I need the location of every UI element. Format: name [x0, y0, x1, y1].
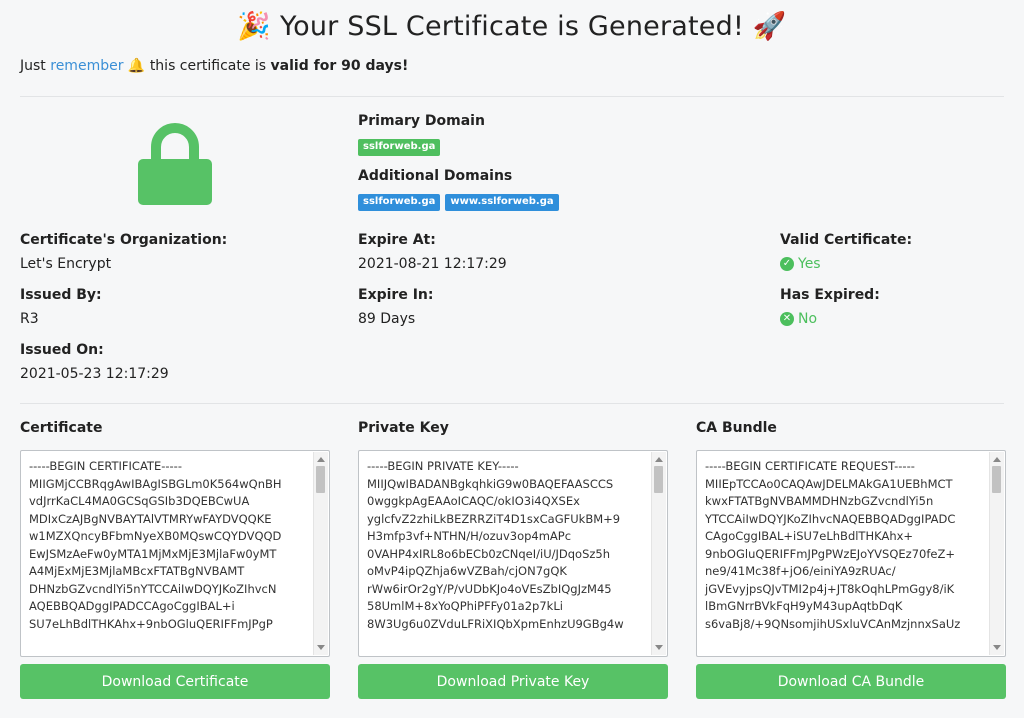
notice-middle: this certificate is — [149, 58, 267, 74]
page-title: 🎉 Your SSL Certificate is Generated! 🚀 — [237, 11, 787, 42]
expired-value: No — [798, 311, 818, 327]
expired-label: Has Expired: — [780, 287, 880, 303]
additional-domain-badge: sslforweb.ga — [358, 194, 441, 211]
valid-value: Yes — [798, 256, 821, 272]
scrollbar[interactable] — [651, 452, 666, 655]
lock-icon — [138, 123, 212, 205]
org-label: Certificate's Organization: — [20, 232, 228, 248]
scrollbar[interactable] — [313, 452, 328, 655]
org-value: Let's Encrypt — [20, 256, 112, 272]
ca-bundle-textarea[interactable]: -----BEGIN CERTIFICATE REQUEST----- MIIE… — [696, 450, 1006, 657]
remember-link[interactable]: remember — [50, 58, 123, 74]
certificate-label: Certificate — [20, 420, 103, 436]
additional-domain-badges: sslforweb.ga www.sslforweb.ga — [358, 194, 559, 211]
expire-in-label: Expire In: — [358, 287, 434, 303]
primary-domain-badge: sslforweb.ga — [358, 139, 441, 156]
certificate-text[interactable]: -----BEGIN CERTIFICATE----- MIIGMjCCBRqg… — [21, 451, 329, 633]
valid-label: Valid Certificate: — [780, 232, 913, 248]
expire-in-value: 89 Days — [358, 311, 416, 327]
download-ca-bundle-button[interactable]: Download CA Bundle — [696, 664, 1006, 699]
expire-at-value: 2021-08-21 12:17:29 — [358, 256, 507, 272]
private-key-text[interactable]: -----BEGIN PRIVATE KEY----- MIIJQwIBADAN… — [359, 451, 667, 633]
additional-domains-label: Additional Domains — [358, 168, 513, 184]
private-key-textarea[interactable]: -----BEGIN PRIVATE KEY----- MIIJQwIBADAN… — [358, 450, 668, 657]
scrollbar[interactable] — [989, 452, 1004, 655]
download-certificate-button[interactable]: Download Certificate — [20, 664, 330, 699]
validity-notice: Just remember 🔔 this certificate is vali… — [20, 58, 408, 74]
private-key-label: Private Key — [358, 420, 449, 436]
primary-domain-badges: sslforweb.ga — [358, 139, 441, 156]
valid-status: ✓ Yes — [780, 256, 821, 272]
notice-prefix: Just — [20, 58, 46, 74]
issued-by-label: Issued By: — [20, 287, 102, 303]
expire-at-label: Expire At: — [358, 232, 436, 248]
download-private-key-button[interactable]: Download Private Key — [358, 664, 668, 699]
x-circle-icon: ✕ — [780, 312, 794, 326]
divider — [20, 96, 1004, 97]
expired-status: ✕ No — [780, 311, 817, 327]
check-circle-icon: ✓ — [780, 257, 794, 271]
issued-by-value: R3 — [20, 311, 39, 327]
primary-domain-label: Primary Domain — [358, 113, 485, 129]
additional-domain-badge: www.sslforweb.ga — [445, 194, 559, 211]
ca-bundle-label: CA Bundle — [696, 420, 777, 436]
notice-validity: valid for 90 days! — [270, 58, 409, 74]
bell-icon: 🔔 — [127, 58, 146, 74]
divider — [20, 403, 1004, 404]
ca-bundle-text[interactable]: -----BEGIN CERTIFICATE REQUEST----- MIIE… — [697, 451, 1005, 633]
issued-on-value: 2021-05-23 12:17:29 — [20, 366, 169, 382]
certificate-textarea[interactable]: -----BEGIN CERTIFICATE----- MIIGMjCCBRqg… — [20, 450, 330, 657]
issued-on-label: Issued On: — [20, 342, 104, 358]
